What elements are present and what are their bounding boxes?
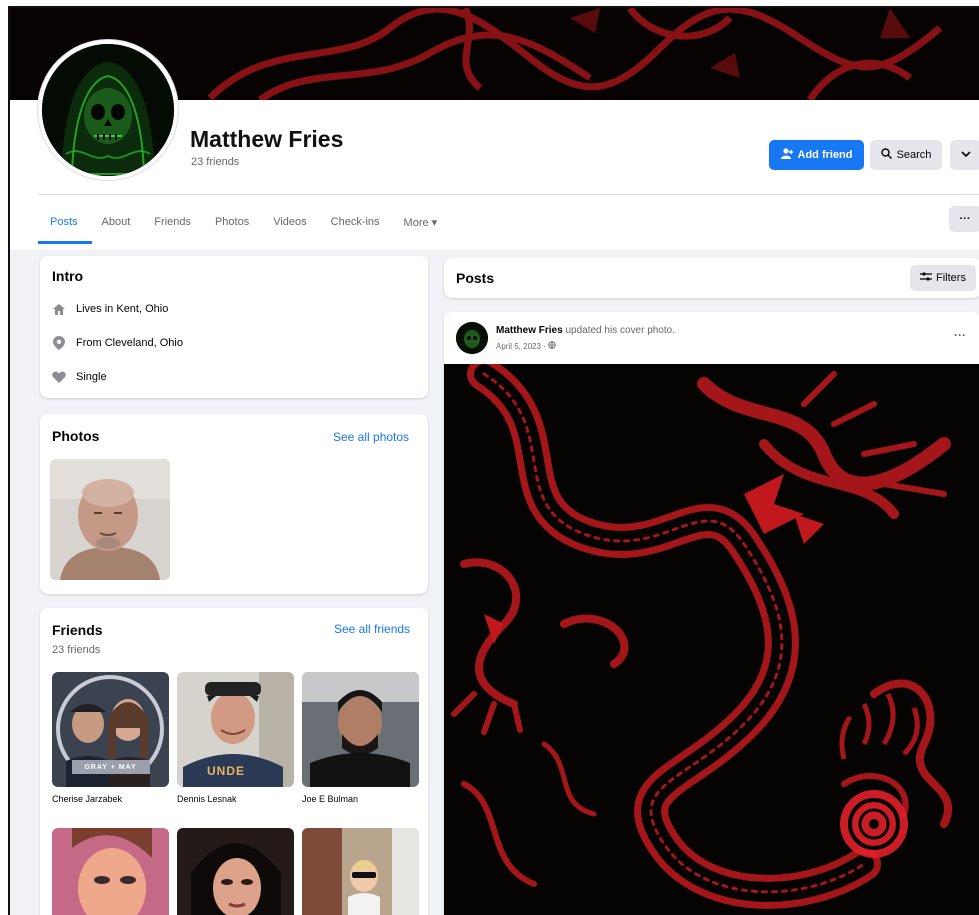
- tab-friends[interactable]: Friends: [142, 210, 203, 234]
- red-dragon-art: [444, 364, 979, 915]
- header-divider: [38, 194, 979, 195]
- search-button[interactable]: Search: [870, 140, 942, 170]
- friend-photo: UNDE: [177, 672, 294, 787]
- friend-photo-caption: GRAY + MAY: [84, 764, 137, 771]
- home-icon: [52, 302, 66, 316]
- tab-photos[interactable]: Photos: [203, 210, 261, 234]
- posts-title: Posts: [456, 270, 495, 286]
- post-action-text: updated his cover photo.: [565, 325, 675, 336]
- heart-icon: [52, 370, 66, 384]
- intro-from-text: From Cleveland, Ohio: [76, 337, 183, 349]
- profile-page: Matthew Fries 23 friends Add friend Sear…: [8, 6, 979, 915]
- profile-avatar[interactable]: [38, 40, 178, 180]
- tab-posts[interactable]: Posts: [38, 210, 90, 234]
- posts-header-card: Posts Filters: [444, 258, 979, 298]
- friend-name: Dennis Lesnak: [177, 794, 237, 804]
- add-person-icon: [780, 148, 793, 162]
- friend-photo: [302, 828, 419, 915]
- search-icon: [880, 148, 892, 162]
- friend-photo: [302, 672, 419, 787]
- chevron-down-icon: [960, 149, 971, 161]
- selfie-photo-art: [50, 459, 170, 580]
- photos-card: Photos See all photos: [40, 414, 428, 594]
- friend-shirt-text: UNDE: [207, 764, 246, 778]
- active-tab-indicator: [38, 241, 92, 244]
- friend-tile[interactable]: UNDE Dennis Lesnak: [177, 672, 294, 804]
- intro-item-lives-in: Lives in Kent, Ohio: [52, 302, 168, 316]
- photos-title: Photos: [52, 428, 100, 444]
- post-author-name[interactable]: Matthew Fries: [496, 325, 563, 336]
- friend-tile[interactable]: [177, 828, 294, 915]
- tab-more[interactable]: More ▾: [392, 210, 450, 234]
- post-card: Matthew Fries updated his cover photo. A…: [444, 312, 979, 915]
- more-actions-button[interactable]: [950, 140, 979, 170]
- search-label: Search: [896, 149, 932, 161]
- profile-tabs: Posts About Friends Photos Videos Check-…: [38, 210, 449, 234]
- see-all-photos-link[interactable]: See all photos: [333, 430, 409, 444]
- add-friend-label: Add friend: [797, 149, 853, 161]
- tab-videos[interactable]: Videos: [261, 210, 318, 234]
- add-friend-button[interactable]: Add friend: [769, 140, 864, 170]
- tab-check-ins[interactable]: Check-ins: [319, 210, 392, 234]
- friend-photo: [177, 828, 294, 915]
- intro-relationship-text: Single: [76, 371, 107, 383]
- intro-lives-in-text: Lives in Kent, Ohio: [76, 303, 169, 315]
- post-options-button[interactable]: ···: [954, 328, 966, 342]
- post-author-avatar[interactable]: [456, 322, 488, 354]
- friends-count: 23 friends: [52, 644, 101, 656]
- friend-photo: GRAY + MAY: [52, 672, 169, 787]
- friend-tile[interactable]: [302, 828, 419, 915]
- location-pin-icon: [52, 336, 66, 350]
- skull-avatar-art: [42, 44, 174, 176]
- filters-sliders-icon: [920, 271, 933, 285]
- globe-icon: [548, 341, 556, 351]
- profile-name: Matthew Fries: [190, 126, 344, 152]
- tab-overflow-button[interactable]: ···: [949, 206, 979, 232]
- friends-title: Friends: [52, 622, 103, 638]
- friend-tile[interactable]: GRAY + MAY Cherise Jarzabek: [52, 672, 169, 804]
- friend-name: Joe E Bulman: [302, 794, 359, 804]
- see-all-friends-link[interactable]: See all friends: [334, 622, 410, 636]
- friends-card: Friends 23 friends See all friends GRAY …: [40, 608, 428, 915]
- intro-item-relationship: Single: [52, 370, 107, 384]
- filters-label: Filters: [936, 272, 966, 284]
- friend-tile[interactable]: Joe E Bulman: [302, 672, 419, 804]
- post-header-line: Matthew Fries updated his cover photo.: [496, 325, 675, 336]
- profile-friend-count[interactable]: 23 friends: [191, 156, 239, 168]
- post-date[interactable]: April 5, 2023 ·: [496, 341, 556, 351]
- post-date-text: April 5, 2023 ·: [496, 342, 546, 351]
- filters-button[interactable]: Filters: [910, 265, 976, 291]
- intro-item-from: From Cleveland, Ohio: [52, 336, 183, 350]
- friend-tile[interactable]: [52, 828, 169, 915]
- intro-title: Intro: [52, 268, 84, 284]
- intro-card: Intro Lives in Kent, Ohio From Cleveland…: [40, 256, 428, 398]
- post-cover-photo[interactable]: [444, 364, 979, 915]
- friend-name: Cherise Jarzabek: [52, 794, 123, 804]
- photo-thumbnail[interactable]: [50, 459, 170, 580]
- friend-photo: [52, 828, 169, 915]
- tab-about[interactable]: About: [90, 210, 143, 234]
